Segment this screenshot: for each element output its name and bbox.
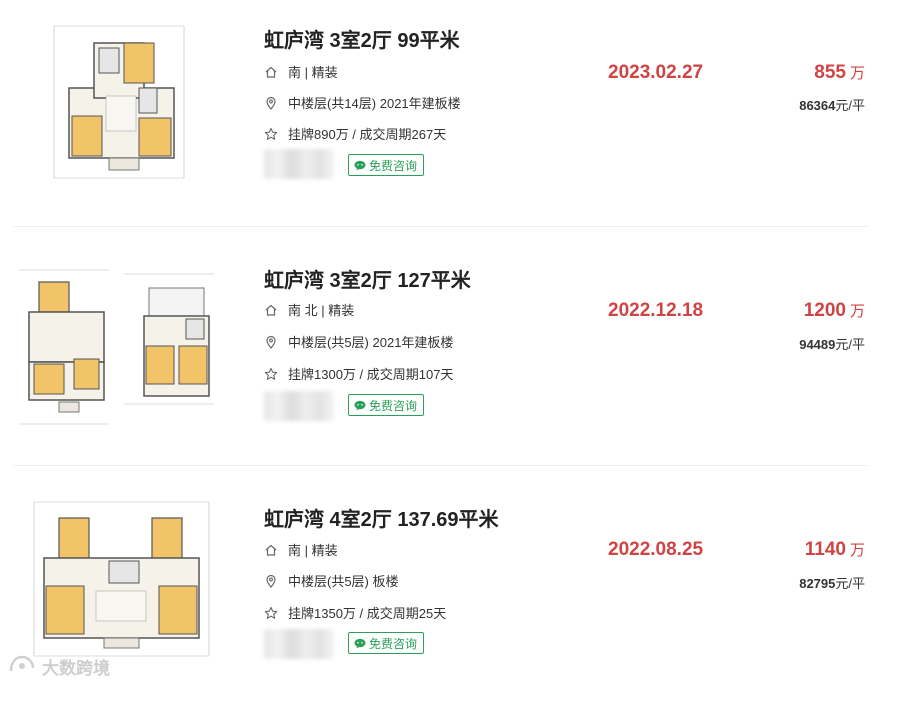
unit-price-suffix: 元/平 bbox=[835, 576, 865, 591]
wechat-icon bbox=[354, 400, 366, 411]
orientation-row: 南 北 | 精装 bbox=[264, 300, 354, 319]
orientation-row: 南 | 精装 bbox=[264, 540, 338, 559]
watermark-text: 大数跨境 bbox=[42, 659, 110, 678]
orientation-text: 南 | 精装 bbox=[288, 65, 338, 80]
floorplan-image[interactable] bbox=[14, 496, 219, 671]
free-consult-label: 免费咨询 bbox=[369, 158, 418, 173]
price-unit: 万 bbox=[849, 65, 865, 82]
listing-card[interactable]: 虹庐湾 3室2厅 99平米 南 | 精装 中楼层(共14层) 2021年建板楼 … bbox=[0, 0, 903, 235]
watermark-logo-icon bbox=[8, 654, 36, 679]
house-icon bbox=[264, 543, 278, 557]
unit-price-value: 94489 bbox=[799, 337, 836, 352]
total-price-value: 1200 bbox=[803, 300, 846, 321]
floor-text: 中楼层(共5层) 板楼 bbox=[288, 574, 399, 589]
total-price-value: 1140 bbox=[804, 539, 846, 560]
listing-title[interactable]: 虹庐湾 3室2厅 99平米 bbox=[264, 24, 460, 53]
floorplan-image[interactable] bbox=[14, 264, 219, 439]
total-price-value: 855 bbox=[814, 62, 846, 83]
house-icon bbox=[264, 65, 278, 79]
free-consult-button[interactable]: 免费咨询 bbox=[348, 632, 425, 654]
location-pin-icon bbox=[264, 574, 278, 588]
listing-info-text: 挂牌1350万 / 成交周期25天 bbox=[288, 606, 447, 621]
deal-date: 2023.02.27 bbox=[608, 62, 704, 83]
total-price: 855 万 bbox=[814, 62, 865, 84]
total-price: 1140 万 bbox=[805, 539, 865, 561]
floorplan-image[interactable] bbox=[14, 18, 219, 193]
listing-info-text: 挂牌890万 / 成交周期267天 bbox=[288, 127, 447, 142]
wechat-icon bbox=[354, 160, 366, 171]
agent-avatar-blurred bbox=[264, 629, 334, 659]
listing-info-row: 挂牌1350万 / 成交周期25天 bbox=[264, 603, 446, 622]
location-pin-icon bbox=[264, 335, 278, 349]
listing-info-row: 挂牌890万 / 成交周期267天 bbox=[264, 124, 446, 143]
floor-row: 中楼层(共14层) 2021年建板楼 bbox=[264, 93, 461, 112]
agent-avatar-blurred bbox=[264, 391, 334, 421]
house-icon bbox=[264, 303, 278, 317]
listing-divider bbox=[14, 226, 868, 227]
listing-title[interactable]: 虹庐湾 3室2厅 127平米 bbox=[264, 264, 471, 293]
watermark: 大数跨境 bbox=[8, 654, 110, 679]
star-icon bbox=[264, 127, 278, 141]
unit-price-suffix: 元/平 bbox=[835, 98, 865, 113]
deal-date: 2022.12.18 bbox=[608, 300, 704, 321]
free-consult-label: 免费咨询 bbox=[369, 398, 418, 413]
orientation-text: 南 北 | 精装 bbox=[288, 303, 355, 318]
location-pin-icon bbox=[264, 96, 278, 110]
free-consult-button[interactable]: 免费咨询 bbox=[348, 154, 425, 176]
unit-price: 82795元/平 bbox=[799, 573, 865, 592]
unit-price-value: 86364 bbox=[799, 98, 836, 113]
star-icon bbox=[264, 606, 278, 620]
free-consult-button[interactable]: 免费咨询 bbox=[348, 394, 425, 416]
floor-text: 中楼层(共14层) 2021年建板楼 bbox=[288, 96, 461, 111]
price-unit: 万 bbox=[849, 303, 865, 320]
floor-text: 中楼层(共5层) 2021年建板楼 bbox=[288, 335, 454, 350]
floor-row: 中楼层(共5层) 板楼 bbox=[264, 571, 399, 590]
listing-divider bbox=[14, 465, 868, 466]
unit-price-suffix: 元/平 bbox=[835, 337, 865, 352]
listing-card[interactable]: 虹庐湾 4室2厅 137.69平米 南 | 精装 中楼层(共5层) 板楼 挂牌1… bbox=[0, 476, 903, 711]
total-price: 1200 万 bbox=[804, 300, 865, 322]
orientation-text: 南 | 精装 bbox=[288, 543, 338, 558]
price-unit: 万 bbox=[849, 542, 865, 559]
unit-price-value: 82795 bbox=[799, 576, 836, 591]
star-icon bbox=[264, 367, 278, 381]
listing-card[interactable]: 虹庐湾 3室2厅 127平米 南 北 | 精装 中楼层(共5层) 2021年建板… bbox=[0, 238, 903, 473]
listing-title[interactable]: 虹庐湾 4室2厅 137.69平米 bbox=[264, 503, 499, 532]
wechat-icon bbox=[354, 638, 366, 649]
unit-price: 94489元/平 bbox=[799, 334, 865, 353]
listing-info-text: 挂牌1300万 / 成交周期107天 bbox=[288, 367, 454, 382]
floor-row: 中楼层(共5层) 2021年建板楼 bbox=[264, 332, 453, 351]
unit-price: 86364元/平 bbox=[799, 95, 865, 114]
orientation-row: 南 | 精装 bbox=[264, 62, 338, 81]
listing-info-row: 挂牌1300万 / 成交周期107天 bbox=[264, 364, 453, 383]
deal-date: 2022.08.25 bbox=[608, 539, 704, 560]
agent-avatar-blurred bbox=[264, 149, 334, 179]
free-consult-label: 免费咨询 bbox=[369, 636, 418, 651]
